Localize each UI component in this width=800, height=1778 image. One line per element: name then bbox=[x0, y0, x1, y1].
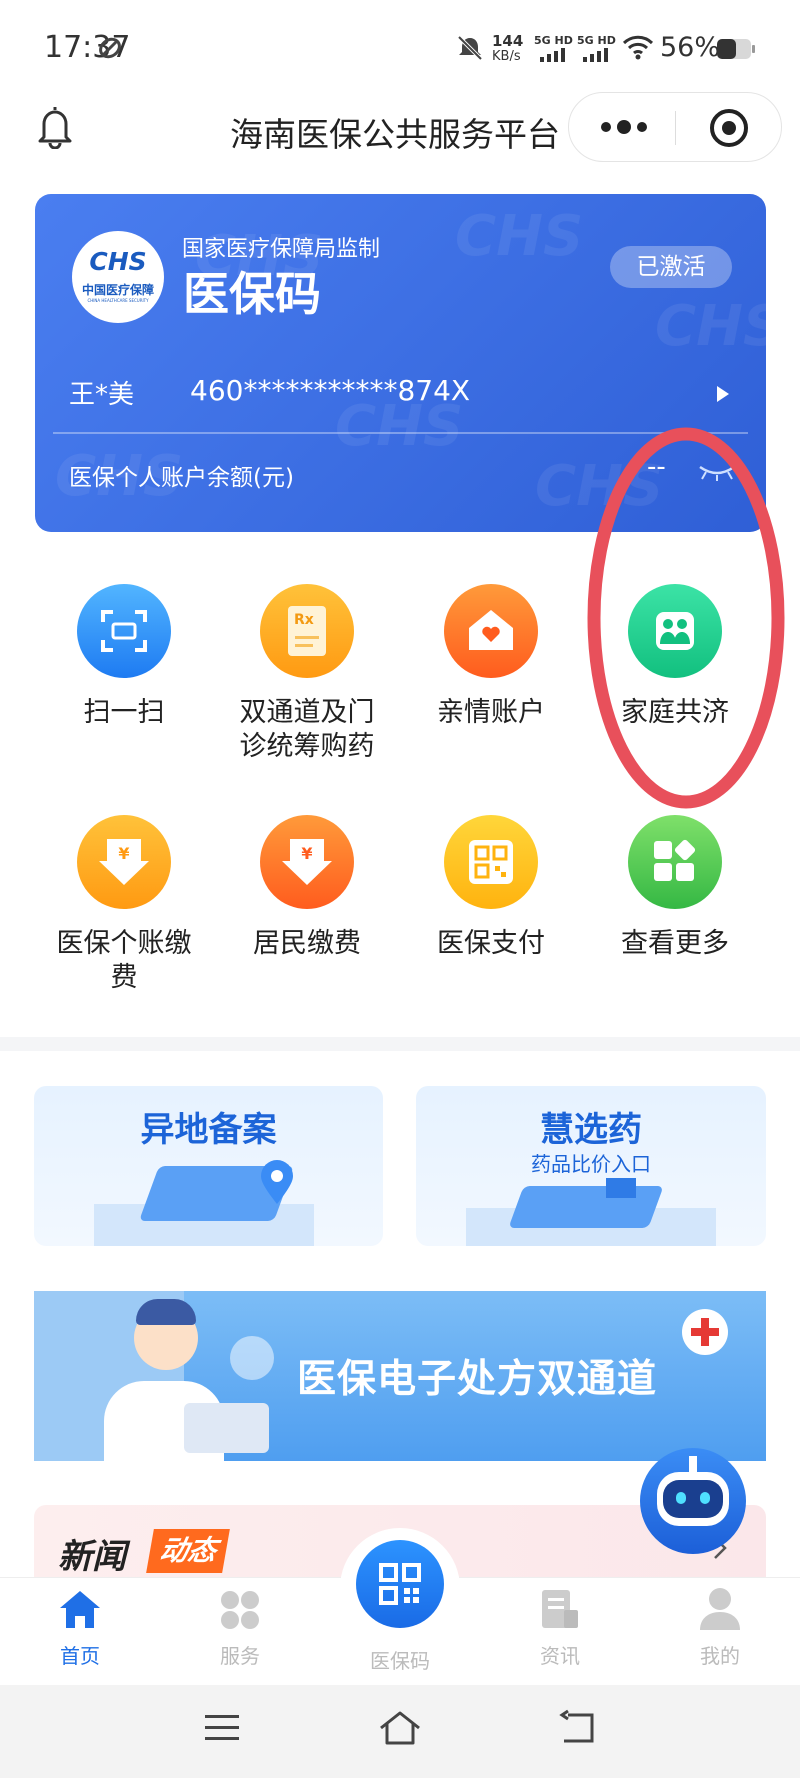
battery-percent: 56% bbox=[660, 32, 721, 63]
promo-right-subtitle: 药品比价入口 bbox=[531, 1152, 651, 1176]
grid-label-family-account[interactable]: 亲情账户 bbox=[401, 696, 581, 730]
status-badge: 已激活 bbox=[610, 246, 732, 288]
prescription-icon[interactable]: Rx bbox=[260, 584, 354, 678]
doctor-hair bbox=[136, 1299, 196, 1325]
tab-insurance-code[interactable]: 医保码 bbox=[340, 1645, 460, 1674]
bell-icon[interactable] bbox=[36, 103, 74, 149]
more-apps-icon[interactable] bbox=[628, 815, 722, 909]
id-number: 460***********874X bbox=[190, 374, 471, 407]
sync-icon bbox=[99, 37, 121, 59]
tab-news[interactable]: 资讯 bbox=[500, 1640, 620, 1669]
grid-label-account-payment-line1[interactable]: 医保个账缴 bbox=[34, 927, 214, 961]
red-cross-icon bbox=[682, 1309, 728, 1355]
status-bar: 17:37 144 KB/s 5G HD 5G HD 56% bbox=[0, 0, 800, 95]
signal-bars-icon bbox=[583, 48, 608, 62]
signal2-label: 5G HD bbox=[577, 34, 616, 47]
grid-label-insurance-pay[interactable]: 医保支付 bbox=[401, 927, 581, 961]
robot-antenna bbox=[689, 1456, 697, 1472]
signal-bars-icon bbox=[540, 48, 565, 62]
robot-eye bbox=[700, 1492, 710, 1504]
balance-label: 医保个人账户余额(元) bbox=[69, 465, 294, 491]
miniprogram-capsule bbox=[568, 92, 782, 162]
news-icon[interactable] bbox=[538, 1588, 582, 1632]
paper-line bbox=[295, 644, 313, 647]
mute-icon bbox=[457, 35, 483, 61]
section-separator bbox=[0, 1037, 800, 1051]
payment-download-icon[interactable]: ¥ bbox=[77, 815, 171, 909]
yen-text: ¥ bbox=[118, 844, 129, 863]
card-title: 医保码 bbox=[183, 267, 321, 321]
menu-icon[interactable] bbox=[203, 1712, 241, 1744]
news-title-a: 新闻 bbox=[58, 1537, 126, 1577]
pill-bubble bbox=[230, 1336, 274, 1380]
promo-drug-compare[interactable]: 慧选药 药品比价入口 bbox=[416, 1086, 766, 1246]
news-title-b: 动态 bbox=[146, 1529, 230, 1573]
yen-text: ¥ bbox=[301, 844, 312, 863]
qr-code-tab-button[interactable] bbox=[356, 1540, 444, 1628]
promo-remote-filing[interactable]: 异地备案 bbox=[34, 1086, 383, 1246]
prescription-paper: Rx bbox=[288, 606, 326, 656]
tag-illustration bbox=[606, 1178, 636, 1198]
grid-label-resident-payment[interactable]: 居民缴费 bbox=[217, 927, 397, 961]
grid-label-view-more[interactable]: 查看更多 bbox=[585, 927, 765, 961]
qr-pay-icon[interactable] bbox=[444, 815, 538, 909]
play-icon[interactable] bbox=[716, 385, 730, 403]
more-icon[interactable] bbox=[599, 115, 649, 139]
logo-chinese: 中国医疗保障 bbox=[81, 283, 154, 297]
services-icon[interactable] bbox=[218, 1588, 262, 1632]
chs-logo: CHS 中国医疗保障 CHINA HEALTHCARE SECURITY bbox=[72, 231, 164, 323]
robot-eye bbox=[676, 1492, 686, 1504]
tab-mine[interactable]: 我的 bbox=[660, 1640, 780, 1669]
robot-screen bbox=[663, 1480, 723, 1518]
wifi-icon bbox=[622, 35, 654, 60]
grid-label-prescription-line1[interactable]: 双通道及门 bbox=[217, 696, 397, 730]
location-pin-icon bbox=[261, 1160, 293, 1204]
system-nav-bar bbox=[0, 1685, 800, 1778]
capsule-divider bbox=[675, 111, 676, 145]
tab-home[interactable]: 首页 bbox=[20, 1640, 140, 1669]
holder-name: 王*美 bbox=[69, 380, 135, 410]
logo-english: CHINA HEALTHCARE SECURITY bbox=[87, 298, 149, 303]
home-nav-icon[interactable] bbox=[378, 1709, 422, 1747]
tab-services[interactable]: 服务 bbox=[180, 1640, 300, 1669]
assistant-robot-button[interactable] bbox=[640, 1448, 746, 1554]
back-icon[interactable] bbox=[558, 1709, 598, 1747]
resident-payment-icon[interactable]: ¥ bbox=[260, 815, 354, 909]
grid-label-prescription-line2[interactable]: 诊统筹购药 bbox=[217, 730, 397, 764]
prescription-banner[interactable]: 医保电子处方双通道 bbox=[34, 1291, 766, 1461]
card-watermark: CHS bbox=[655, 294, 766, 359]
annotation-ellipse bbox=[587, 427, 785, 809]
banner-text: 医保电子处方双通道 bbox=[297, 1357, 658, 1402]
paper-line bbox=[295, 636, 319, 639]
promo-left-title: 异地备案 bbox=[140, 1110, 277, 1150]
net-speed-value: 144 bbox=[492, 32, 524, 50]
grid-label-account-payment-line2[interactable]: 费 bbox=[34, 961, 214, 995]
card-watermark: CHS bbox=[455, 204, 584, 269]
scan-icon[interactable] bbox=[77, 584, 171, 678]
home-heart-icon[interactable] bbox=[444, 584, 538, 678]
logo-letters: CHS bbox=[89, 247, 147, 276]
profile-icon[interactable] bbox=[698, 1586, 742, 1632]
document-illustration bbox=[508, 1186, 664, 1228]
page-title: 海南医保公共服务平台 bbox=[230, 115, 560, 154]
grid-label-scan[interactable]: 扫一扫 bbox=[34, 696, 214, 730]
signal1-label: 5G HD bbox=[534, 34, 573, 47]
close-miniprogram-icon[interactable] bbox=[708, 107, 750, 149]
home-icon[interactable] bbox=[58, 1588, 102, 1630]
promo-right-title: 慧选药 bbox=[540, 1110, 642, 1150]
battery-icon bbox=[717, 39, 755, 59]
rx-text: Rx bbox=[294, 612, 314, 628]
laptop-illustration bbox=[184, 1403, 269, 1453]
net-speed-unit: KB/s bbox=[492, 49, 521, 64]
